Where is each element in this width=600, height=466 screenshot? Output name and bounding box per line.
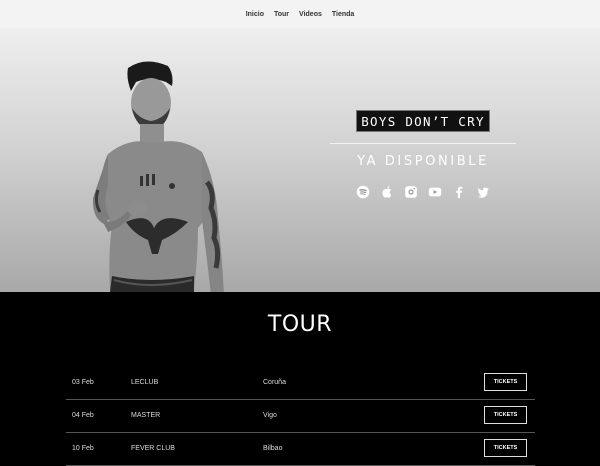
artist-photo bbox=[90, 58, 230, 292]
tour-section: TOUR 03 Feb LECLUB Coruña TICKETS 04 Feb… bbox=[0, 292, 600, 466]
tour-date-row: 03 Feb LECLUB Coruña TICKETS bbox=[66, 367, 535, 400]
instagram-icon[interactable] bbox=[404, 185, 418, 199]
divider bbox=[330, 143, 516, 144]
event-date: 10 Feb bbox=[72, 445, 94, 452]
facebook-icon[interactable] bbox=[452, 185, 466, 199]
availability-text: YA DISPONIBLE bbox=[357, 154, 489, 169]
event-venue: LECLUB bbox=[131, 379, 159, 386]
youtube-icon[interactable] bbox=[428, 185, 442, 199]
nav-link-inicio[interactable]: Inicio bbox=[246, 11, 264, 18]
nav-link-tour[interactable]: Tour bbox=[274, 11, 289, 18]
spotify-icon[interactable] bbox=[356, 185, 370, 199]
top-navigation: Inicio Tour Videos Tienda bbox=[0, 0, 600, 28]
event-date: 04 Feb bbox=[72, 412, 94, 419]
event-city: Vigo bbox=[263, 412, 277, 419]
tickets-button[interactable]: TICKETS bbox=[484, 406, 527, 424]
hero-section: BOYS DON’T CRY YA DISPONIBLE bbox=[0, 28, 600, 292]
event-venue: FEVER CLUB bbox=[131, 445, 175, 452]
event-date: 03 Feb bbox=[72, 379, 94, 386]
event-city: Bilbao bbox=[263, 445, 283, 452]
album-title[interactable]: BOYS DON’T CRY bbox=[356, 110, 490, 132]
event-city: Coruña bbox=[263, 379, 286, 386]
nav-link-videos[interactable]: Videos bbox=[299, 11, 322, 18]
tickets-button[interactable]: TICKETS bbox=[484, 439, 527, 457]
album-promo: BOYS DON’T CRY YA DISPONIBLE bbox=[330, 110, 516, 199]
tour-dates-list: 03 Feb LECLUB Coruña TICKETS 04 Feb MAST… bbox=[66, 367, 535, 466]
twitter-icon[interactable] bbox=[476, 185, 490, 199]
nav-link-tienda[interactable]: Tienda bbox=[332, 11, 354, 18]
social-links bbox=[330, 185, 516, 199]
apple-icon[interactable] bbox=[380, 185, 394, 199]
tour-date-row: 04 Feb MASTER Vigo TICKETS bbox=[66, 400, 535, 433]
tour-heading: TOUR bbox=[267, 312, 333, 337]
tickets-button[interactable]: TICKETS bbox=[484, 373, 527, 391]
event-venue: MASTER bbox=[131, 412, 161, 419]
